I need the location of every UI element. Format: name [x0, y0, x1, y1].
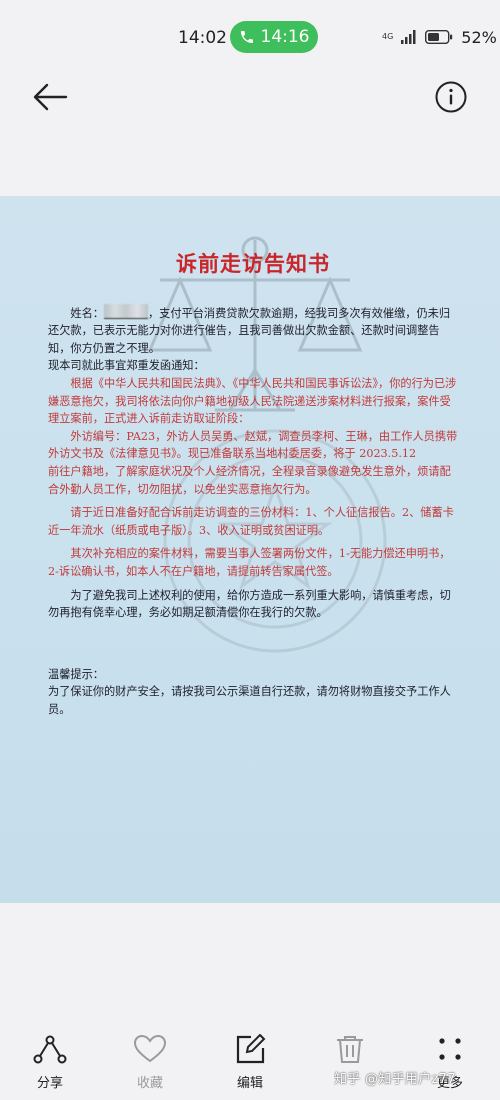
- signal-icon: [401, 30, 416, 44]
- visit-info-paragraph: 外访编号：PA23，外访人员吴勇、赵斌，调查员李柯、王琳，由工作人员携带外访文书…: [48, 429, 458, 496]
- name-tail: ，支付平台消费贷款: [147, 306, 249, 320]
- phone-icon: [240, 31, 253, 43]
- edit-icon: [236, 1034, 266, 1064]
- status-indicators: 4G 52%: [382, 26, 497, 48]
- edit-label: 编辑: [236, 1076, 263, 1091]
- info-circle-icon: [435, 81, 467, 113]
- arrow-left-icon: [33, 83, 68, 111]
- call-duration: 14:16: [260, 27, 310, 47]
- ongoing-call-pill[interactable]: 14:16: [230, 21, 318, 53]
- notice-intro: 现本司就此事宜郑重发函通知：: [48, 359, 205, 373]
- legal-basis-paragraph: 根据《中华人民共和国民法典》、《中华人民共和国民事诉讼法》，你的行为已涉嫌恶意拖…: [48, 376, 457, 426]
- favorite-label: 收藏: [136, 1076, 163, 1091]
- share-button[interactable]: 分享: [20, 1034, 80, 1094]
- debtor-paragraph: 姓名： ，支付平台消费贷款欠款逾期，经我司多次有效催缴，仍未归还欠款，已表示无能力…: [48, 303, 458, 358]
- warning-paragraph: 为了避免我司上述权利的使用，给你方造成一系列重大影响，请慎重考虑，切勿再抱有侥幸…: [48, 588, 451, 620]
- battery-percent: 52%: [461, 27, 497, 47]
- document-title: 诉前走访告知书: [176, 252, 330, 276]
- photo-viewer-screen: 14:02 14:16 4G 52% 诉前走访告知书 姓名： ，支付平台消费贷款…: [0, 0, 500, 1100]
- share-icon: [33, 1035, 67, 1064]
- battery-icon: [425, 30, 453, 44]
- share-label: 分享: [36, 1076, 63, 1091]
- zhihu-watermark: 知乎 @知乎用户z77: [334, 1072, 456, 1087]
- notice-letter: 诉前走访告知书 姓名： ，支付平台消费贷款欠款逾期，经我司多次有效催缴，仍未归还欠…: [48, 252, 458, 718]
- trash-icon: [337, 1036, 363, 1063]
- tip-label: 温馨提示：: [48, 667, 104, 681]
- tip-text: 为了保证你的财产安全，请按我司公示渠道自行还款，请勿将财物直接交予工作人员。: [48, 685, 451, 716]
- supplement-paragraph: 其次补充相应的案件材料，需要当事人签署两份文件，1-无能力偿还申明书，2-诉讼确…: [48, 547, 451, 578]
- redacted-name: [103, 303, 148, 319]
- letter-photo: 诉前走访告知书 姓名： ，支付平台消费贷款欠款逾期，经我司多次有效催缴，仍未归还欠…: [0, 196, 500, 903]
- heart-icon: [133, 1034, 167, 1063]
- info-button[interactable]: [434, 80, 468, 114]
- favorite-button[interactable]: 收藏: [120, 1034, 180, 1094]
- status-time: 14:02: [178, 28, 227, 48]
- name-label: 姓名：: [70, 306, 104, 320]
- back-button[interactable]: [30, 80, 70, 114]
- network-type: 4G: [382, 32, 394, 41]
- edit-button[interactable]: 编辑: [220, 1034, 280, 1094]
- more-dots-icon: [439, 1038, 461, 1060]
- status-bar: 14:02 14:16 4G 52%: [0, 0, 500, 76]
- materials-paragraph: 请于近日准备好配合诉前走访调查的三份材料：1、个人征信报告。2、储蓄卡近一年流水…: [48, 506, 454, 537]
